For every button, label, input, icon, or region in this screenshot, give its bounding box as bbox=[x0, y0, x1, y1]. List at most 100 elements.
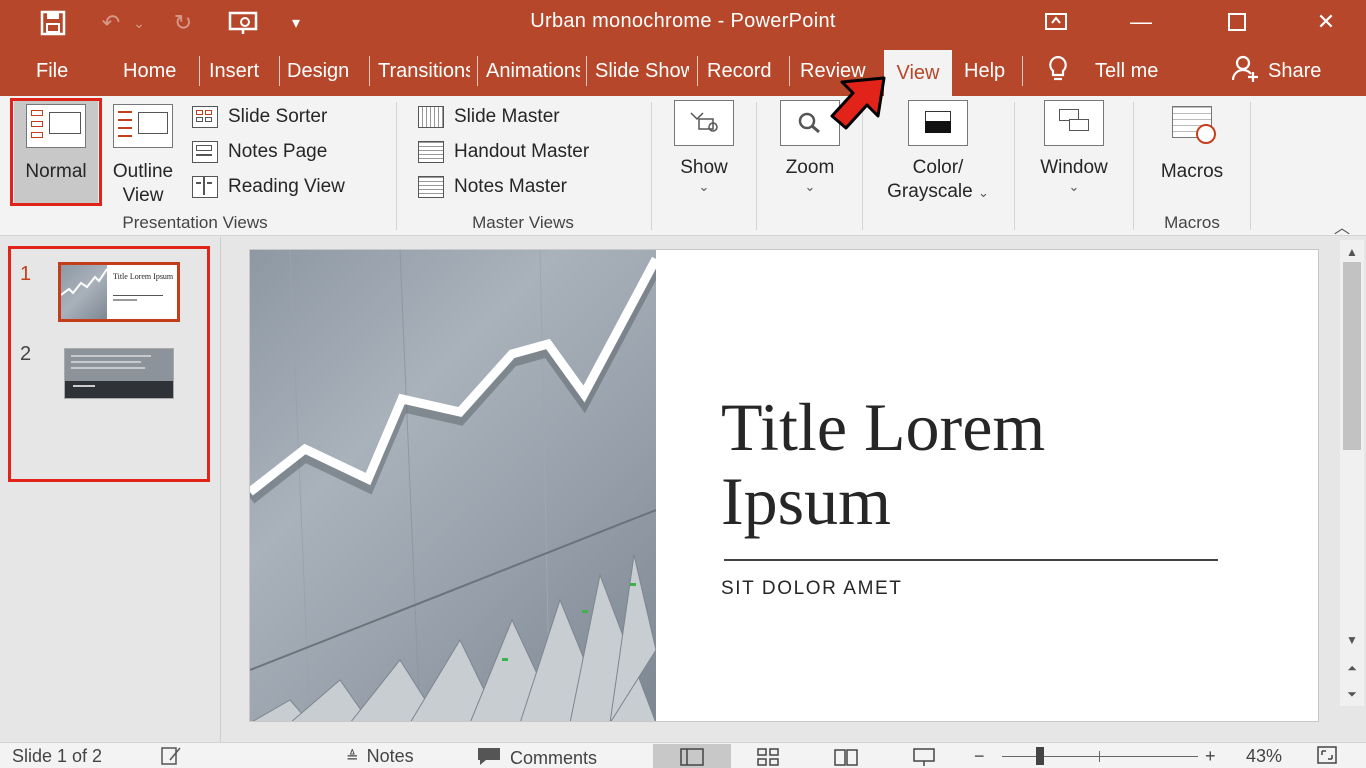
tab-file[interactable]: File bbox=[36, 50, 96, 92]
chevron-down-icon: ⌄ bbox=[1068, 179, 1080, 194]
handout-master-label: Handout Master bbox=[454, 141, 590, 162]
tab-design[interactable]: Design bbox=[287, 50, 363, 92]
slide-show-status-icon[interactable] bbox=[902, 744, 946, 768]
thumbnail-title: Title Lorem Ipsum bbox=[113, 272, 174, 281]
chevron-down-icon: ⌄ bbox=[804, 179, 816, 194]
slide-sorter-button[interactable]: Slide Sorter bbox=[192, 102, 327, 132]
slide-sorter-label: Slide Sorter bbox=[228, 106, 328, 127]
pane-divider[interactable] bbox=[220, 237, 221, 742]
zoom-slider[interactable] bbox=[1002, 756, 1198, 757]
macros-group-label: Macros bbox=[1164, 213, 1220, 232]
group-divider bbox=[756, 102, 757, 230]
zoom-label: Zoom bbox=[785, 157, 835, 178]
previous-slide-icon[interactable]: ⏶ bbox=[1341, 658, 1363, 678]
outline-view-label-1: Outline bbox=[112, 161, 174, 182]
spelling-check-icon[interactable] bbox=[160, 746, 184, 768]
reading-view-icon bbox=[192, 176, 218, 198]
thumbnail-photo bbox=[61, 265, 107, 319]
slide-divider-line bbox=[724, 559, 1218, 561]
presentation-views-group-label: Presentation Views bbox=[122, 213, 268, 232]
tab-divider bbox=[279, 56, 280, 86]
slide-thumbnails-pane: 1 Title Lorem Ipsum 2 bbox=[0, 237, 216, 742]
scrollbar-thumb[interactable] bbox=[1343, 262, 1361, 450]
tab-divider bbox=[1022, 56, 1023, 86]
reading-view-label: Reading View bbox=[228, 176, 345, 197]
tab-insert[interactable]: Insert bbox=[209, 50, 275, 92]
thumbnail-rule bbox=[113, 295, 163, 296]
window-label: Window bbox=[1040, 157, 1108, 178]
normal-view-icon bbox=[26, 104, 86, 148]
group-divider bbox=[651, 102, 652, 230]
slide-thumbnail-1[interactable]: Title Lorem Ipsum bbox=[58, 262, 180, 322]
tab-divider bbox=[789, 56, 790, 86]
comments-toggle-button[interactable]: Comments bbox=[476, 746, 597, 768]
show-button[interactable]: Show ⌄ bbox=[664, 100, 744, 194]
ribbon-view: Normal Outline View Slide Sorter Notes P… bbox=[0, 96, 1366, 238]
scroll-down-icon[interactable]: ▼ bbox=[1341, 630, 1363, 650]
slide-sorter-status-icon[interactable] bbox=[746, 744, 790, 768]
ribbon-tabs: File Home Insert Design Transitions Anim… bbox=[0, 48, 1366, 96]
comment-icon bbox=[476, 746, 502, 768]
outline-view-button[interactable]: Outline View bbox=[104, 100, 182, 208]
tab-home[interactable]: Home bbox=[123, 50, 193, 92]
notes-toggle-button[interactable]: ≜ Notes bbox=[346, 746, 414, 767]
slide-indicator: Slide 1 of 2 bbox=[12, 746, 103, 766]
window-icon bbox=[1044, 100, 1104, 146]
notes-page-icon bbox=[192, 141, 218, 163]
notes-master-label: Notes Master bbox=[454, 176, 567, 197]
normal-view-status-icon[interactable] bbox=[653, 744, 731, 768]
scroll-up-icon[interactable]: ▲ bbox=[1341, 242, 1363, 262]
slide-subtitle-placeholder[interactable]: SIT DOLOR AMET bbox=[721, 578, 902, 600]
group-divider bbox=[1250, 102, 1251, 230]
normal-view-button[interactable]: Normal bbox=[14, 100, 98, 204]
tab-divider bbox=[369, 56, 370, 86]
tab-record[interactable]: Record bbox=[707, 50, 783, 92]
annotation-arrow-icon bbox=[818, 72, 898, 142]
notes-label: Notes bbox=[366, 746, 414, 766]
macros-button[interactable]: Macros bbox=[1146, 102, 1238, 184]
ribbon-display-options-icon[interactable] bbox=[1033, 5, 1079, 39]
slide-title-placeholder[interactable]: Title Lorem Ipsum bbox=[721, 390, 1301, 538]
notes-page-button[interactable]: Notes Page bbox=[192, 137, 327, 167]
chevron-down-icon: ⌄ bbox=[698, 179, 710, 194]
fit-slide-to-window-icon[interactable] bbox=[1316, 745, 1338, 768]
next-slide-icon[interactable]: ⏷ bbox=[1341, 684, 1363, 704]
group-divider bbox=[1014, 102, 1015, 230]
zoom-out-icon[interactable]: − bbox=[974, 746, 985, 767]
slide-master-button[interactable]: Slide Master bbox=[418, 102, 560, 132]
tab-transitions[interactable]: Transitions bbox=[378, 50, 470, 92]
slide-master-icon bbox=[418, 106, 444, 128]
thumbnail-number: 2 bbox=[20, 343, 32, 365]
zoom-slider-thumb[interactable] bbox=[1036, 747, 1044, 765]
show-icon bbox=[674, 100, 734, 146]
notes-page-label: Notes Page bbox=[228, 141, 328, 162]
collapse-ribbon-icon[interactable]: ︿ bbox=[1334, 214, 1350, 238]
close-icon[interactable]: ✕ bbox=[1303, 5, 1349, 39]
tab-divider bbox=[199, 56, 200, 86]
tab-divider bbox=[477, 56, 478, 86]
lightbulb-icon bbox=[1045, 54, 1071, 88]
thumbnail-number: 1 bbox=[20, 263, 32, 285]
tell-me-search[interactable]: Tell me bbox=[1045, 50, 1185, 92]
handout-master-button[interactable]: Handout Master bbox=[418, 137, 589, 167]
notes-master-button[interactable]: Notes Master bbox=[418, 172, 567, 202]
tab-animations[interactable]: Animations bbox=[486, 50, 580, 92]
color-label: Color/ bbox=[912, 157, 964, 178]
show-label: Show bbox=[680, 157, 728, 178]
zoom-slider-center-mark bbox=[1099, 751, 1100, 762]
reading-view-button[interactable]: Reading View bbox=[192, 172, 345, 202]
share-button[interactable]: Share bbox=[1230, 50, 1330, 92]
window-button[interactable]: Window ⌄ bbox=[1028, 100, 1120, 194]
grayscale-label: Grayscale ⌄ bbox=[887, 181, 989, 202]
zoom-level[interactable]: 43% bbox=[1246, 746, 1282, 767]
maximize-icon[interactable] bbox=[1214, 5, 1260, 39]
tab-slide-show[interactable]: Slide Show bbox=[595, 50, 689, 92]
zoom-in-icon[interactable]: + bbox=[1205, 746, 1216, 767]
slide-thumbnail-2[interactable] bbox=[64, 348, 174, 399]
minimize-icon[interactable]: — bbox=[1118, 5, 1164, 39]
outline-view-icon bbox=[113, 104, 173, 148]
tab-help[interactable]: Help bbox=[964, 50, 1020, 92]
slide-canvas[interactable]: Title Lorem Ipsum SIT DOLOR AMET bbox=[249, 249, 1319, 722]
reading-view-status-icon[interactable] bbox=[824, 744, 868, 768]
share-person-icon bbox=[1230, 53, 1260, 89]
